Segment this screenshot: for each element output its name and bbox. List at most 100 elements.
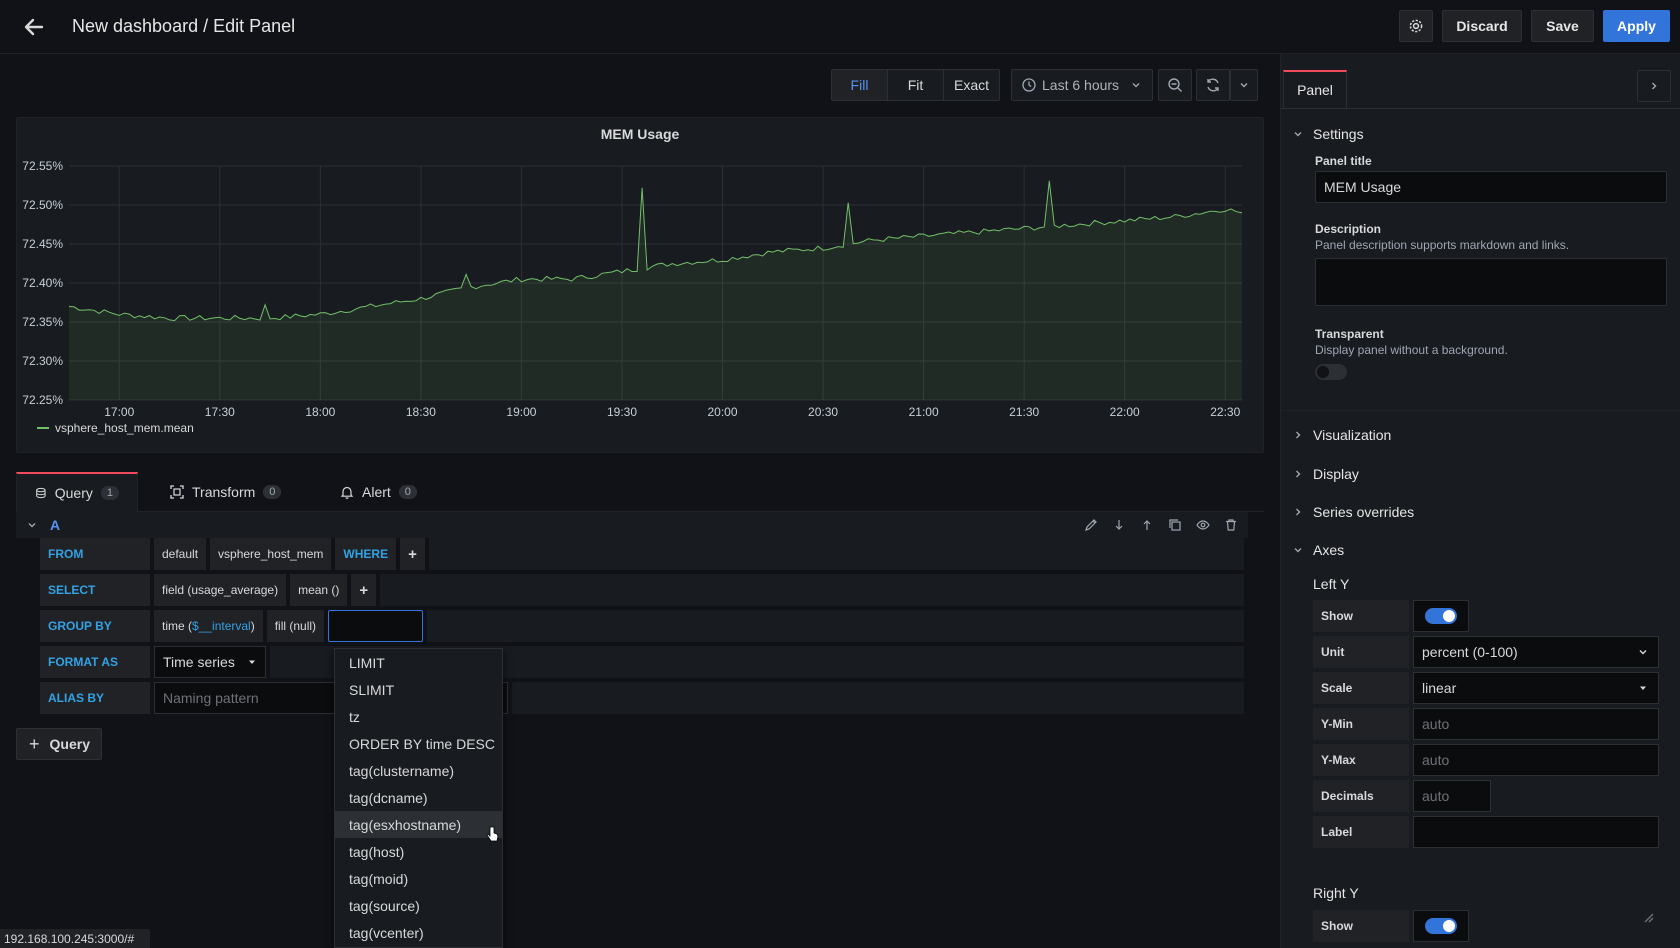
trash-icon[interactable] [1224, 518, 1238, 532]
query-ref-id[interactable]: A [50, 517, 60, 533]
series-area [69, 180, 1242, 400]
x-tick-label: 22:00 [1110, 405, 1140, 419]
show-label: Show [1313, 600, 1409, 632]
decimals-input[interactable]: auto [1413, 780, 1491, 812]
group-by-input[interactable] [328, 610, 424, 642]
database-icon [36, 487, 46, 499]
left-y-heading: Left Y [1313, 576, 1350, 592]
ymin-input[interactable]: auto [1413, 708, 1659, 740]
ymin-label: Y-Min [1313, 708, 1409, 740]
axes-section-header[interactable]: Axes [1293, 542, 1344, 558]
row-filler [428, 538, 1244, 570]
left-y-show-toggle[interactable] [1425, 608, 1457, 624]
dropdown-item[interactable]: SLIMIT [335, 676, 502, 703]
ymin-row: Y-Min auto [1313, 708, 1659, 740]
left-y-show-row: Show [1313, 600, 1469, 632]
unit-value: percent (0-100) [1422, 644, 1518, 660]
format-value: Time series [163, 654, 235, 670]
description-textarea[interactable] [1315, 258, 1667, 306]
refresh-button[interactable] [1196, 69, 1230, 101]
alias-placeholder: Naming pattern [163, 690, 259, 706]
unit-select[interactable]: percent (0-100) [1413, 636, 1659, 668]
dropdown-item[interactable]: tag(host) [335, 838, 502, 865]
resize-handle-icon[interactable] [1641, 910, 1655, 924]
group-by-dropdown: LIMIT SLIMIT tz ORDER BY time DESC tag(clust… [334, 648, 503, 948]
x-tick-label: 17:00 [104, 405, 134, 419]
arrow-down-icon[interactable] [1112, 518, 1126, 532]
dropdown-item[interactable]: LIMIT [335, 649, 502, 676]
axes-label: Axes [1313, 542, 1345, 558]
collapse-pane-button[interactable] [1637, 70, 1671, 102]
right-y-heading: Right Y [1313, 885, 1359, 901]
tab-transform-count: 0 [263, 485, 282, 499]
dropdown-item[interactable]: tag(vcenter) [335, 919, 502, 946]
transparent-toggle[interactable] [1315, 364, 1347, 380]
fill-segment[interactable]: fill (null) [266, 610, 325, 642]
tab-alert-label: Alert [362, 484, 391, 500]
x-tick-label: 19:30 [607, 405, 637, 419]
retention-policy-segment[interactable]: default [154, 538, 207, 570]
tab-transform[interactable]: Transform 0 [152, 472, 299, 512]
dropdown-item[interactable]: ORDER BY time DESC [335, 730, 502, 757]
x-tick-label: 18:30 [406, 405, 436, 419]
query-row-header: A [16, 512, 1248, 538]
display-section-header[interactable]: Display [1293, 466, 1359, 482]
refresh-interval-dropdown[interactable] [1230, 69, 1258, 101]
ymax-label: Y-Max [1313, 744, 1409, 776]
apply-button[interactable]: Apply [1603, 10, 1670, 42]
format-select[interactable]: Time series [154, 646, 266, 678]
tab-panel[interactable]: Panel [1283, 70, 1347, 108]
zoom-out-button[interactable] [1158, 69, 1192, 101]
x-tick-label: 21:00 [909, 405, 939, 419]
chart-svg: 72.55% 72.50% 72.45% 72.40% 72.35% 72.30% 72.2… [22, 159, 1243, 419]
scale-select[interactable]: linear [1413, 672, 1659, 704]
tab-query[interactable]: Query 1 [16, 472, 138, 512]
save-button[interactable]: Save [1531, 10, 1594, 42]
measurement-segment[interactable]: vsphere_host_mem [210, 538, 332, 570]
fit-option[interactable]: Fit [888, 70, 944, 100]
series-overrides-section-header[interactable]: Series overrides [1293, 504, 1414, 520]
time-prefix: time ( [162, 619, 192, 633]
add-select-button[interactable]: + [351, 574, 377, 606]
settings-section-header[interactable]: Settings [1293, 126, 1364, 142]
zoom-out-icon [1168, 78, 1182, 92]
visualization-section-header[interactable]: Visualization [1293, 427, 1391, 443]
group-by-time-segment[interactable]: time ($__interval) [154, 610, 263, 642]
dropdown-item[interactable]: tz [335, 703, 502, 730]
panel-editor-main: Fill Fit Exact Last 6 hours MEM Usage 72… [0, 54, 1276, 948]
pencil-icon[interactable] [1084, 518, 1098, 532]
add-query-button[interactable]: + Query [16, 728, 102, 760]
add-query-label: Query [49, 736, 90, 752]
ymax-row: Y-Max auto [1313, 744, 1659, 776]
right-y-show-toggle[interactable] [1425, 918, 1457, 934]
exact-option[interactable]: Exact [944, 70, 999, 100]
field-segment[interactable]: field (usage_average) [154, 574, 287, 606]
dropdown-item[interactable]: tag(clustername) [335, 757, 502, 784]
eye-icon[interactable] [1196, 518, 1210, 532]
ymax-input[interactable]: auto [1413, 744, 1659, 776]
dropdown-item[interactable]: tag(source) [335, 892, 502, 919]
tab-alert[interactable]: Alert 0 [322, 472, 435, 512]
axis-label-input[interactable] [1413, 816, 1659, 848]
aggregation-segment[interactable]: mean () [290, 574, 348, 606]
row-filler [512, 682, 1244, 714]
chevron-down-icon[interactable] [26, 519, 38, 531]
group-by-keyword: GROUP BY [40, 610, 150, 642]
dropdown-item[interactable]: tag(esxhostname) [335, 811, 502, 838]
panel-title-input[interactable]: MEM Usage [1315, 171, 1667, 203]
discard-button[interactable]: Discard [1442, 10, 1522, 42]
back-arrow-icon[interactable] [20, 13, 48, 41]
caret-down-icon [1640, 686, 1646, 690]
add-where-button[interactable]: + [400, 538, 425, 570]
chevron-down-icon [1132, 83, 1140, 88]
panel-title-value: MEM Usage [1324, 179, 1402, 195]
dropdown-item[interactable]: tag(moid) [335, 865, 502, 892]
fill-option[interactable]: Fill [832, 70, 888, 100]
time-range-picker[interactable]: Last 6 hours [1011, 69, 1153, 101]
dashboard-settings-button[interactable] [1399, 10, 1433, 42]
fill-fit-exact-toggle: Fill Fit Exact [831, 69, 1000, 101]
copy-icon[interactable] [1168, 518, 1182, 532]
chart-legend[interactable]: vsphere_host_mem.mean [37, 421, 194, 435]
arrow-up-icon[interactable] [1140, 518, 1154, 532]
dropdown-item[interactable]: tag(dcname) [335, 784, 502, 811]
